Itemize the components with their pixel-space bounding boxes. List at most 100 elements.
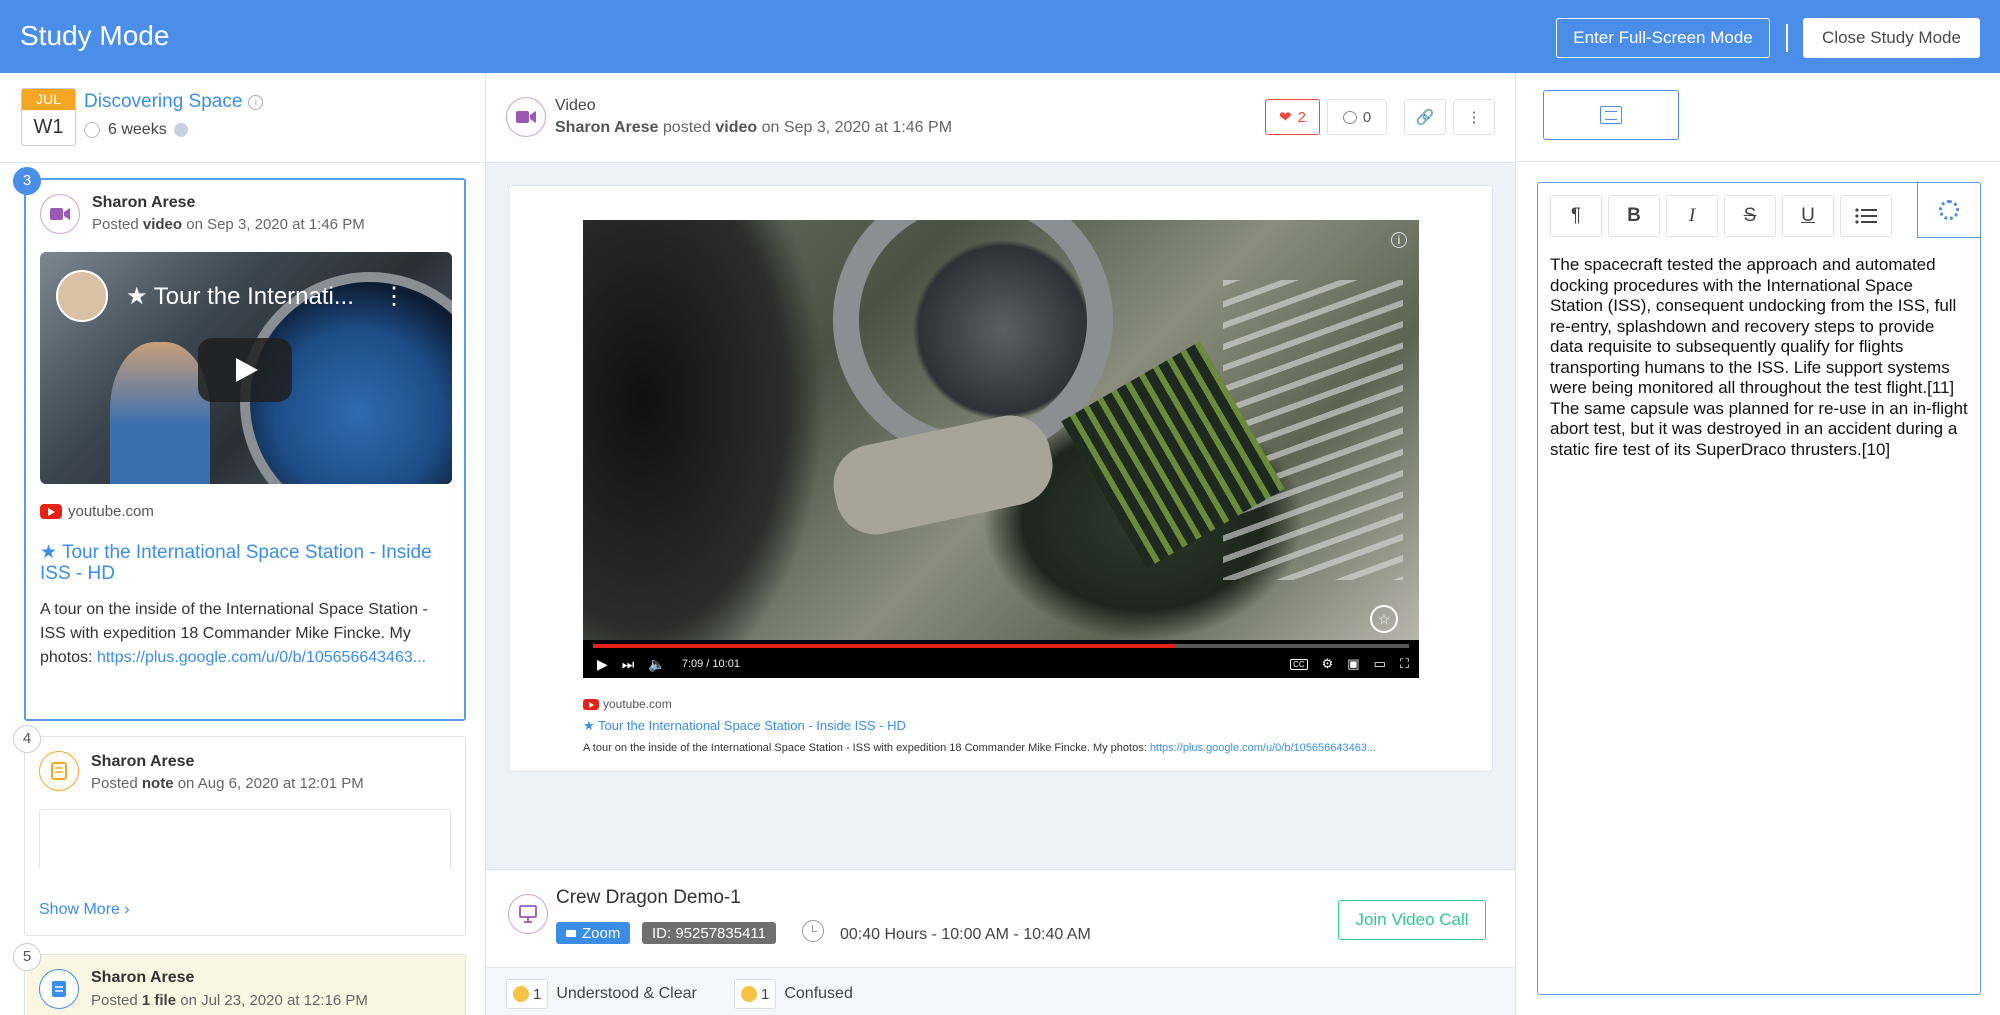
progress-track[interactable] xyxy=(593,644,1409,648)
post-author: Sharon Arese xyxy=(91,969,195,986)
show-more-link[interactable]: Show More › xyxy=(39,901,130,919)
post-author: Sharon Arese xyxy=(555,119,659,136)
copy-link-button[interactable]: 🔗 xyxy=(1404,99,1446,135)
youtube-icon xyxy=(40,504,62,519)
description-url[interactable]: https://plus.google.com/u/0/b/1056566434… xyxy=(1150,742,1376,754)
post-card-video[interactable]: Sharon Arese Posted video on Sep 3, 2020… xyxy=(24,178,466,721)
like-button[interactable]: ❤ 2 xyxy=(1265,99,1320,135)
fullscreen-icon[interactable]: ⛶ xyxy=(1400,656,1409,672)
meeting-id-badge: ID: 95257835411 xyxy=(642,922,776,944)
app-title: Study Mode xyxy=(20,20,170,51)
bullet-list-button[interactable] xyxy=(1840,195,1892,237)
italic-button[interactable]: I xyxy=(1666,195,1718,237)
event-card: Crew Dragon Demo-1 Zoom ID: 95257835411 … xyxy=(486,869,1515,1015)
miniplayer-icon[interactable]: ▣ xyxy=(1347,656,1359,672)
comment-button[interactable]: 0 xyxy=(1327,99,1387,135)
join-video-call-button[interactable]: Join Video Call xyxy=(1338,900,1486,940)
play-icon[interactable] xyxy=(198,338,292,402)
left-sidebar: JUL W1 Discovering Space i 6 weeks Sharon… xyxy=(0,73,486,1015)
description-text: A tour on the inside of the Internationa… xyxy=(583,742,1147,754)
link-icon: 🔗 xyxy=(1415,109,1435,126)
play-icon[interactable]: ▶ xyxy=(597,656,608,673)
video-player[interactable]: i ☆ ▶ ⏭ 🔈 7:09 / 10:01 CC ⚙ ▣ ▭ ⛶ xyxy=(583,220,1419,678)
video-description: A tour on the inside of the Internationa… xyxy=(40,598,440,670)
close-study-mode-button[interactable]: Close Study Mode xyxy=(1803,18,1980,58)
post-card-file[interactable]: Sharon Arese Posted 1 file on Jul 23, 20… xyxy=(24,954,466,1015)
description-url[interactable]: https://plus.google.com/u/0/b/1056566434… xyxy=(97,649,426,666)
posted-prefix: Posted xyxy=(91,992,138,1009)
post-card-note[interactable]: Sharon Arese Posted note on Aug 6, 2020 … xyxy=(24,736,466,936)
source-label: youtube.com xyxy=(68,503,154,520)
video-post-icon xyxy=(40,194,80,234)
event-hours: 00:40 Hours - 10:00 AM - 10:40 AM xyxy=(840,926,1091,943)
spinner-icon xyxy=(1939,200,1959,220)
top-bar: Study Mode Enter Full-Screen Mode Close … xyxy=(0,0,2000,73)
strikethrough-button[interactable]: S xyxy=(1724,195,1776,237)
video-thumbnail[interactable]: ★ Tour the Internati... ⋮ xyxy=(40,252,452,484)
reaction-confused[interactable]: 1 Confused xyxy=(734,979,853,1009)
duration-label: 6 weeks xyxy=(108,121,167,138)
reaction-count-chip[interactable]: 1 xyxy=(734,979,777,1009)
progress-bar[interactable] xyxy=(593,644,1176,648)
more-icon[interactable]: ⋮ xyxy=(382,282,406,311)
reaction-understood[interactable]: 1 Understood & Clear xyxy=(506,979,697,1009)
settings-icon[interactable]: ⚙ xyxy=(1322,656,1334,672)
time-display: 7:09 / 10:01 xyxy=(681,658,740,670)
presentation-icon xyxy=(508,894,548,934)
post-verb: posted xyxy=(662,119,711,136)
video-link[interactable]: ★ Tour the International Space Station -… xyxy=(40,542,460,584)
post-meta: Posted 1 file on Jul 23, 2020 at 12:16 P… xyxy=(91,992,368,1009)
zoom-badge[interactable]: Zoom xyxy=(556,922,631,944)
post-object: video xyxy=(715,119,758,136)
course-title[interactable]: Discovering Space i xyxy=(84,91,264,113)
channel-avatar xyxy=(56,270,108,322)
video-description: A tour on the inside of the Internationa… xyxy=(583,740,1443,756)
clock-icon xyxy=(84,122,100,138)
player-controls: ▶ ⏭ 🔈 7:09 / 10:01 CC ⚙ ▣ ▭ ⛶ xyxy=(583,650,1419,678)
progress-icon xyxy=(173,123,188,137)
video-link[interactable]: ★ Tour the International Space Station -… xyxy=(583,718,1383,734)
calendar-badge: JUL W1 xyxy=(21,88,76,146)
next-icon[interactable]: ⏭ xyxy=(622,656,635,673)
notes-panel: ¶ B I S U The spacecraft tested the appr… xyxy=(1515,73,2000,1015)
theater-icon[interactable]: ▭ xyxy=(1374,656,1386,672)
confused-face-icon xyxy=(741,986,757,1002)
volume-icon[interactable]: 🔈 xyxy=(648,656,665,673)
paragraph-button[interactable]: ¶ xyxy=(1550,195,1602,237)
more-options-button[interactable]: ⋮ xyxy=(1453,99,1495,135)
course-header: JUL W1 Discovering Space i 6 weeks xyxy=(0,73,485,163)
post-author: Sharon Arese xyxy=(92,194,196,211)
post-type: 1 file xyxy=(141,992,177,1009)
editor-text[interactable]: The spacecraft tested the approach and a… xyxy=(1550,255,1970,460)
course-name[interactable]: Discovering Space xyxy=(84,91,242,112)
video-frame xyxy=(583,220,1419,640)
event-title: Crew Dragon Demo-1 xyxy=(556,887,741,908)
star-icon[interactable]: ☆ xyxy=(1370,605,1398,633)
captions-icon[interactable]: CC xyxy=(1290,658,1308,670)
info-icon[interactable]: i xyxy=(1391,232,1407,248)
enter-fullscreen-button[interactable]: Enter Full-Screen Mode xyxy=(1556,18,1770,58)
notes-editor[interactable]: ¶ B I S U The spacecraft tested the appr… xyxy=(1537,182,1981,995)
editor-toolbar: ¶ B I S U xyxy=(1550,195,1892,237)
reaction-count-chip[interactable]: 1 xyxy=(506,979,549,1009)
bold-button[interactable]: B xyxy=(1608,195,1660,237)
post-meta: Posted note on Aug 6, 2020 at 12:01 PM xyxy=(91,775,364,792)
file-post-icon xyxy=(39,969,79,1009)
post-number: 4 xyxy=(13,725,41,753)
player-right-controls: CC ⚙ ▣ ▭ ⛶ xyxy=(1290,650,1409,678)
info-icon[interactable]: i xyxy=(248,95,264,110)
toolbar-divider xyxy=(1786,24,1788,52)
platform-label: Zoom xyxy=(582,924,621,942)
post-number: 5 xyxy=(13,943,41,971)
notes-list-button[interactable] xyxy=(1543,90,1679,140)
like-count: 2 xyxy=(1297,108,1306,126)
source-line: youtube.com xyxy=(583,697,672,711)
reaction-label: Understood & Clear xyxy=(556,985,697,1002)
course-duration: 6 weeks xyxy=(84,121,188,139)
calendar-week: W1 xyxy=(33,116,64,138)
posted-prefix: Posted xyxy=(92,216,139,233)
note-post-icon xyxy=(39,751,79,791)
underline-button[interactable]: U xyxy=(1782,195,1834,237)
post-type: note xyxy=(141,775,174,792)
frame-arm xyxy=(826,408,1060,542)
